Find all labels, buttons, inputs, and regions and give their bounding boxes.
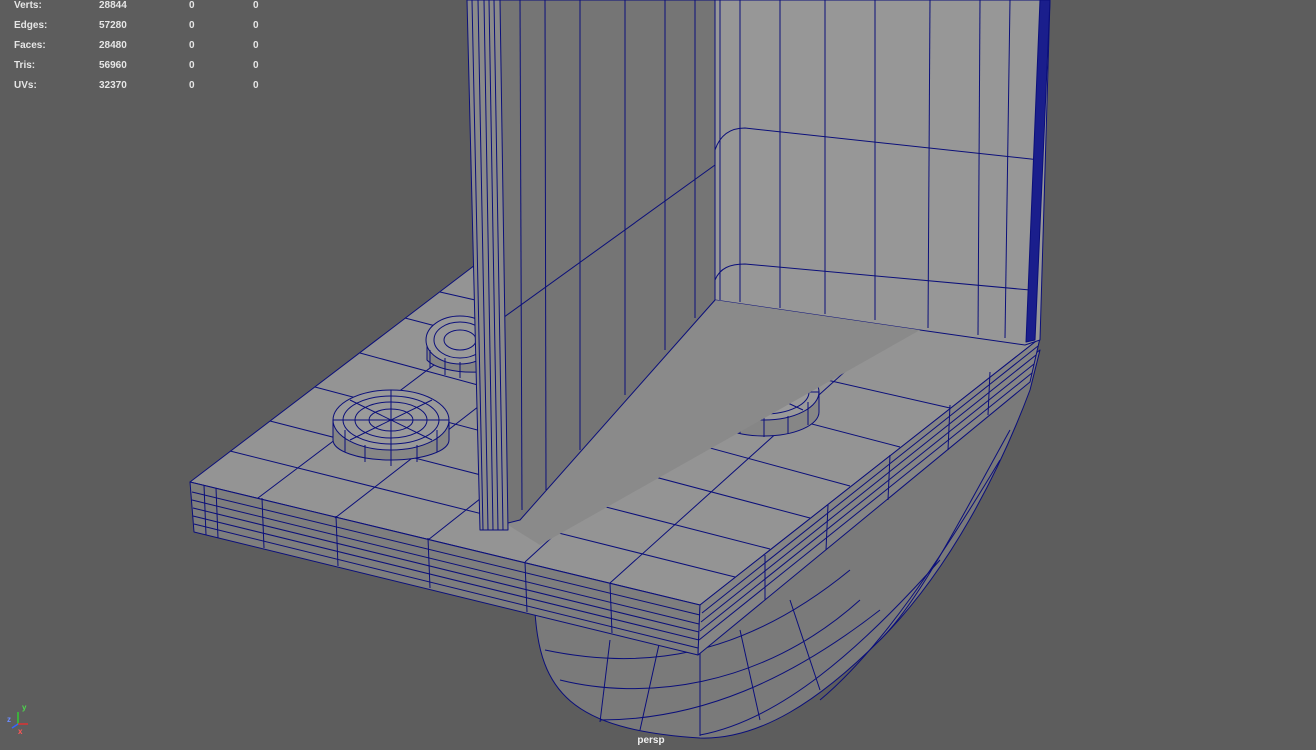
hud-row-faces: Faces: 28480 0 0 xyxy=(0,40,280,60)
poly-count-hud: Verts: 28844 0 0 Edges: 57280 0 0 Faces:… xyxy=(0,0,280,100)
hud-selected: 0 xyxy=(189,80,195,91)
hud-extra: 0 xyxy=(253,40,259,51)
axis-z-label: z xyxy=(7,715,11,724)
axis-gizmo: y z x xyxy=(4,702,34,738)
hud-selected: 0 xyxy=(189,20,195,31)
hud-extra: 0 xyxy=(253,0,259,11)
hud-total: 28844 xyxy=(99,0,127,11)
hud-row-verts: Verts: 28844 0 0 xyxy=(0,0,280,20)
hud-label: Edges: xyxy=(14,20,48,31)
hud-selected: 0 xyxy=(189,60,195,71)
hud-row-tris: Tris: 56960 0 0 xyxy=(0,60,280,80)
hud-row-edges: Edges: 57280 0 0 xyxy=(0,20,280,40)
axis-y-label: y xyxy=(22,703,27,712)
hud-label: Tris: xyxy=(14,60,36,71)
viewport-persp[interactable]: Verts: 28844 0 0 Edges: 57280 0 0 Faces:… xyxy=(0,0,1316,750)
hud-extra: 0 xyxy=(253,20,259,31)
hud-extra: 0 xyxy=(253,60,259,71)
hud-total: 56960 xyxy=(99,60,127,71)
back-wall xyxy=(714,0,1051,346)
hud-total: 28480 xyxy=(99,40,127,51)
camera-name-label: persp xyxy=(637,735,665,746)
hud-label: Faces: xyxy=(14,40,46,51)
hud-selected: 0 xyxy=(189,0,195,11)
hud-total: 32370 xyxy=(99,80,127,91)
wireframe-model[interactable] xyxy=(0,0,1316,750)
hud-extra: 0 xyxy=(253,80,259,91)
hud-selected: 0 xyxy=(189,40,195,51)
stud-front-left xyxy=(332,389,450,466)
hud-total: 57280 xyxy=(99,20,127,31)
hud-label: Verts: xyxy=(14,0,42,11)
hud-label: UVs: xyxy=(14,80,37,91)
hud-row-uvs: UVs: 32370 0 0 xyxy=(0,80,280,100)
